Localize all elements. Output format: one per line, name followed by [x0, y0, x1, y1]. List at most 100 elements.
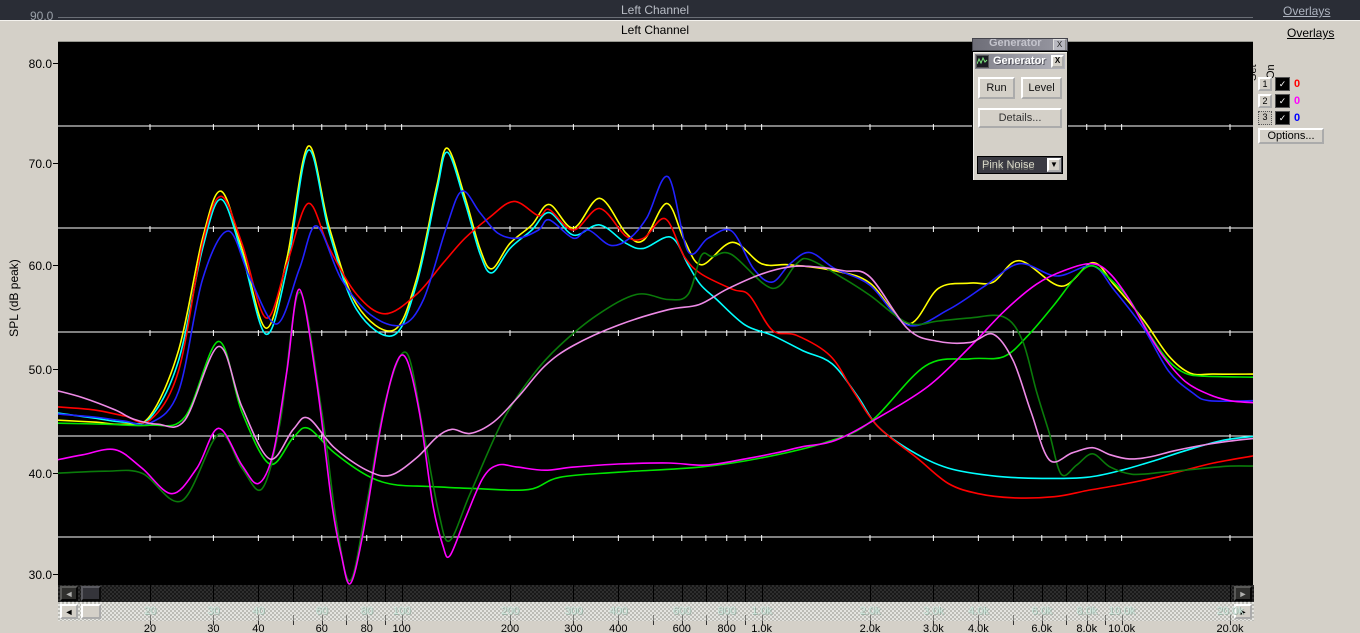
- overlay-row-1: 1 ✓ 0: [1258, 77, 1348, 92]
- x-axis-label: 6.0k: [1031, 623, 1053, 633]
- x-tick-mark-ghost: [150, 585, 151, 602]
- y-tick-label: 80.0: [28, 57, 52, 71]
- x-tick-mark-ghost: [681, 585, 683, 602]
- ghost-scrollbar-track[interactable]: ◄ ►: [58, 585, 1254, 602]
- x-axis-label-ghost: 6.0k: [1031, 605, 1053, 617]
- x-axis-label-ghost: 80: [360, 605, 373, 617]
- x-axis-label-ghost: 60: [315, 605, 328, 617]
- overlay-on-checkbox-1[interactable]: ✓: [1275, 77, 1290, 91]
- overlay-on-checkbox-3[interactable]: ✓: [1275, 111, 1290, 125]
- x-tick-mark-ghost: [366, 585, 368, 602]
- signal-select[interactable]: Pink Noise ▼: [977, 156, 1063, 174]
- x-axis-label: 600: [672, 623, 691, 633]
- app-window: 90.0 Left Channel Overlays Left Channel …: [0, 0, 1360, 633]
- x-tick-mark-bottom: [1013, 621, 1015, 625]
- x-tick-mark-bottom: [653, 621, 655, 625]
- ghost-plot-border: [58, 17, 1253, 18]
- scroll-left-button-ghost[interactable]: ◄: [60, 586, 78, 601]
- waveform-icon: [976, 55, 989, 68]
- x-tick-mark-ghost: [510, 585, 511, 602]
- x-tick-mark-ghost: [1230, 585, 1231, 602]
- y-tick-label: 40.0: [28, 467, 52, 481]
- generator-close-button[interactable]: X: [1051, 55, 1064, 68]
- main-window: Left Channel SPL (dB peak) 80.0 70.0 60.0 5…: [0, 20, 1360, 633]
- x-tick-mark-ghost: [1086, 585, 1088, 602]
- x-axis-label-ghost: 2.0k: [859, 605, 881, 617]
- x-tick-mark-bottom: [745, 621, 747, 625]
- details-button[interactable]: Details...: [978, 108, 1062, 128]
- x-tick-mark-ghost: [1105, 585, 1107, 602]
- x-axis-label: 2.0k: [859, 623, 881, 633]
- x-tick-mark-ghost: [705, 585, 707, 602]
- run-button[interactable]: Run: [978, 77, 1015, 99]
- x-axis-label: 800: [717, 623, 736, 633]
- arrow-left-icon: ◄: [64, 607, 74, 617]
- overlays-link[interactable]: Overlays: [1287, 26, 1334, 40]
- x-tick-mark-ghost: [345, 585, 347, 602]
- overlays-panel: Overlays Set On 1✓02✓03✓04✓0 Options...: [1247, 21, 1360, 633]
- generator-ghost-titlebar: Generator X: [972, 38, 1068, 51]
- generator-title: Generator: [993, 55, 1046, 67]
- x-tick-mark-bottom: [1105, 621, 1107, 625]
- x-tick-mark-ghost: [293, 585, 295, 602]
- x-tick-mark-ghost: [401, 585, 403, 602]
- x-tick-mark-ghost: [1013, 585, 1015, 602]
- x-axis-label: 8.0k: [1076, 623, 1098, 633]
- blue-trace: [56, 175, 1254, 426]
- scrollbar-thumb[interactable]: [81, 604, 101, 619]
- generator-titlebar[interactable]: Generator X: [975, 54, 1065, 69]
- spl-plot-svg: [56, 124, 1254, 585]
- x-axis-label-ghost: 4.0k: [967, 605, 989, 617]
- overlay-set-button-3[interactable]: 3: [1258, 111, 1272, 125]
- overlay-count-1: 0: [1294, 78, 1301, 90]
- x-tick-mark-ghost: [258, 585, 260, 602]
- x-axis-label: 4.0k: [967, 623, 989, 633]
- cyan-trace: [56, 149, 1254, 480]
- x-axis-label-ghost: 8.0k: [1076, 605, 1098, 617]
- overlay-row-3: 3 ✓ 0: [1258, 111, 1348, 126]
- x-axis-label: 20.0k: [1216, 623, 1244, 633]
- scroll-left-button[interactable]: ◄: [60, 604, 78, 619]
- y-tick-label: 70.0: [28, 157, 52, 171]
- x-axis-label-ghost: 10.0k: [1108, 605, 1136, 617]
- x-axis-label-ghost: 300: [564, 605, 583, 617]
- overlay-on-checkbox-2[interactable]: ✓: [1275, 94, 1290, 108]
- x-tick-mark-ghost: [385, 585, 387, 602]
- x-axis-label-ghost: 100: [392, 605, 411, 617]
- x-axis-label: 3.0k: [922, 623, 944, 633]
- yellow-trace: [56, 145, 1254, 426]
- x-tick-mark-ghost: [726, 585, 728, 602]
- scroll-right-button-ghost[interactable]: ►: [1234, 586, 1252, 601]
- ghost-title-strip: 90.0 Left Channel Overlays: [0, 0, 1360, 20]
- x-axis-label-ghost: 1.0k: [751, 605, 773, 617]
- x-axis-label: 400: [609, 623, 628, 633]
- x-tick-mark-bottom: [385, 621, 387, 625]
- chevron-down-icon[interactable]: ▼: [1047, 158, 1061, 172]
- generator-ghost-close-icon: X: [1053, 39, 1066, 50]
- frequency-axis-labels: 20 30 40 60 80 100 200 300 400 600 800 1.0k 2.0k 3.0k…: [0, 621, 1360, 633]
- x-axis-label: 30: [207, 623, 220, 633]
- overlay-count-2: 0: [1294, 95, 1301, 107]
- overlay-row-2: 2 ✓ 0: [1258, 94, 1348, 109]
- x-axis-label-ghost: 400: [609, 605, 628, 617]
- magenta-trace: [56, 262, 1254, 585]
- options-button[interactable]: Options...: [1258, 128, 1324, 144]
- page-title: Left Channel: [620, 23, 690, 37]
- x-tick-mark-ghost: [978, 585, 980, 602]
- x-axis-label-ghost: 30: [207, 605, 220, 617]
- x-axis-label-ghost: 200: [500, 605, 520, 617]
- x-tick-mark-ghost: [213, 585, 215, 602]
- x-axis-label-ghost: 20.0k: [1216, 605, 1244, 617]
- x-axis-label-ghost: 20: [143, 605, 157, 617]
- scrollbar-thumb-ghost[interactable]: [81, 586, 101, 601]
- x-axis-label: 1.0k: [751, 623, 773, 633]
- ghost-overlays-link[interactable]: Overlays: [1283, 4, 1330, 18]
- x-tick-mark-ghost: [933, 585, 935, 602]
- level-button[interactable]: Level: [1021, 77, 1062, 99]
- x-axis-label-ghost: 800: [717, 605, 736, 617]
- overlay-set-button-2[interactable]: 2: [1258, 94, 1272, 108]
- overlay-set-button-1[interactable]: 1: [1258, 77, 1272, 91]
- scrollbar-track[interactable]: ◄ ► 20 30 40 60 80 100 200 300 400 600 800 1.0k 2.0k…: [58, 602, 1254, 621]
- arrow-left-icon: ◄: [64, 589, 74, 599]
- spl-plot-area[interactable]: [56, 41, 1254, 585]
